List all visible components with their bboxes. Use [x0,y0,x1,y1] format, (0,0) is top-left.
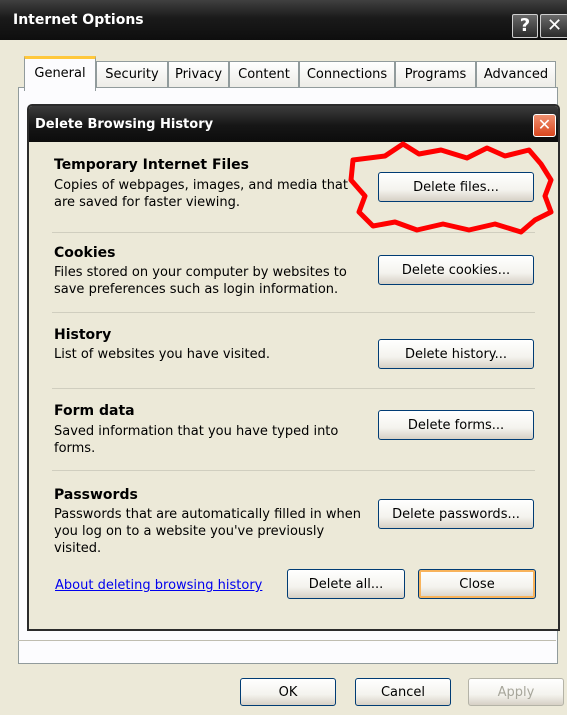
section-desc-form-data: Saved information that you have typed in… [54,424,339,456]
tab-programs[interactable]: Programs [395,61,476,88]
section-desc-history: List of websites you have visited. [54,347,271,362]
tab-advanced[interactable]: Advanced [476,61,556,88]
delete-all-button[interactable]: Delete all... [287,569,405,599]
ok-button[interactable]: OK [240,678,336,706]
tab-content[interactable]: Content [229,61,299,88]
close-dialog-icon[interactable]: ✕ [533,114,556,137]
cancel-button[interactable]: Cancel [355,678,451,706]
divider [52,312,535,313]
window-title: Internet Options [13,12,144,28]
delete-passwords-button[interactable]: Delete passwords... [378,499,534,529]
apply-button[interactable]: Apply [468,678,564,706]
section-desc-passwords: Passwords that are automatically filled … [54,507,361,556]
section-title-temporary-files: Temporary Internet Files [54,157,249,173]
title-bar: Internet Options ? ✕ [0,0,567,40]
delete-files-button[interactable]: Delete files... [378,172,534,202]
divider [52,470,535,471]
delete-cookies-button[interactable]: Delete cookies... [378,255,534,285]
dialog-title: Delete Browsing History [35,117,214,132]
delete-forms-button[interactable]: Delete forms... [378,410,534,440]
section-desc-temporary-files: Copies of webpages, images, and media th… [54,178,348,210]
section-title-history: History [54,327,112,343]
divider [52,388,535,389]
divider [52,232,535,233]
section-title-passwords: Passwords [54,487,138,503]
help-button[interactable]: ? [512,14,538,38]
divider [18,640,556,641]
section-desc-cookies: Files stored on your computer by website… [54,265,347,297]
delete-history-button[interactable]: Delete history... [378,339,534,369]
section-title-cookies: Cookies [54,245,116,261]
close-button[interactable]: Close [418,569,536,599]
close-window-button[interactable]: ✕ [540,14,567,38]
dialog-title-bar: Delete Browsing History ✕ [29,106,558,142]
about-deleting-history-link[interactable]: About deleting browsing history [55,578,262,593]
tab-security[interactable]: Security [96,61,168,88]
tab-privacy[interactable]: Privacy [168,61,229,88]
tab-general[interactable]: General [24,56,96,91]
tab-connections[interactable]: Connections [299,61,395,88]
section-title-form-data: Form data [54,403,135,419]
